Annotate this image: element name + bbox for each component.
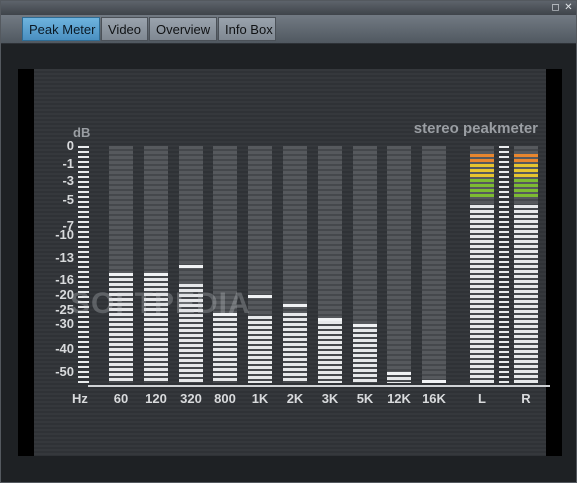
band-column [248,146,272,383]
maximize-icon[interactable]: ◻ [550,2,561,13]
tab-info-box[interactable]: Info Box [218,17,276,41]
band-level-bar [353,328,377,383]
band-column [422,146,446,383]
stereo-level-bar [470,205,494,383]
tab-video[interactable]: Video [101,17,148,41]
band-peak-marker [422,380,446,383]
stereo-color-segment [470,159,494,162]
band-column [109,146,133,383]
stereo-color-segment [514,169,538,172]
stereo-color-segment [514,189,538,192]
stereo-color-segment [514,194,538,197]
stereo-color-segment [514,164,538,167]
band-level-bar [248,315,272,383]
hz-unit-label: Hz [72,391,88,406]
stereo-channel-label: R [521,391,531,406]
band-level-bar [318,321,342,383]
stereo-color-segment [470,164,494,167]
stereo-level-bar [514,205,538,383]
band-level-bar [283,313,307,383]
band-level-bar [213,313,237,383]
app-window: ◻ ✕ Peak Meter Video Overview Info Box s… [0,0,577,483]
band-column [353,146,377,383]
db-tick-label: -40 [55,341,74,357]
db-tick-label: -5 [62,191,74,207]
band-peak-marker [248,294,272,298]
stereo-color-segment [470,169,494,172]
tab-overview[interactable]: Overview [149,17,217,41]
db-tick-label: -3 [62,173,74,189]
stereo-color-segment [470,179,494,182]
stereo-color-segment [514,184,538,187]
stereo-channel-label: L [478,391,486,406]
band-peak-marker [144,272,168,276]
tab-bar: Peak Meter Video Overview Info Box [1,15,576,44]
band-column [144,146,168,383]
stereo-scale-ticks [499,146,509,384]
stereo-color-segment [514,154,538,157]
band-label: 16K [422,391,446,406]
db-tick-label: -13 [55,249,74,265]
band-column [283,146,307,383]
title-bar: ◻ ✕ [1,1,576,15]
band-column [318,146,342,383]
band-peak-marker [179,265,203,269]
stereo-color-segment [514,174,538,177]
stereo-color-segment [514,159,538,162]
meter-baseline [88,385,550,387]
meter-panel: stereo peakmeter dB 0 -1 -3 -5 -7 -10 -13 -16 -2… [18,69,562,456]
watermark: SOFTPEDIA [70,287,251,320]
close-icon[interactable]: ✕ [563,2,574,13]
db-tick-label: -10 [55,227,74,243]
meter-title: stereo peakmeter [413,120,538,137]
db-unit-label: dB [73,125,91,140]
stereo-peakmeter: stereo peakmeter dB 0 -1 -3 -5 -7 -10 -13 -16 -2… [34,69,550,456]
band-peak-marker [283,304,307,308]
stereo-color-segment [470,174,494,177]
band-peak-marker [353,323,377,327]
stereo-color-segment [470,194,494,197]
band-column [387,146,411,383]
band-column [179,146,203,383]
db-scale-ticks [78,146,89,384]
band-peak-marker [318,318,342,322]
band-peak-marker [109,272,133,276]
stereo-channel-column [514,146,538,383]
stereo-color-segment [470,154,494,157]
db-tick-label: -20 [55,286,74,302]
stereo-color-segment [470,189,494,192]
tab-peak-meter[interactable]: Peak Meter [22,17,100,41]
band-peak-marker [387,371,411,375]
db-tick-label: -16 [55,272,74,288]
stereo-color-segment [470,184,494,187]
band-column [213,146,237,383]
peak-meter-view: stereo peakmeter dB 0 -1 -3 -5 -7 -10 -13 -16 -2… [1,44,576,482]
db-tick-label: -1 [62,155,74,171]
stereo-channel-column [470,146,494,383]
db-tick-label: 0 [66,138,74,153]
db-tick-label: -30 [55,315,74,331]
stereo-color-segment [514,179,538,182]
db-tick-label: -50 [55,363,74,379]
